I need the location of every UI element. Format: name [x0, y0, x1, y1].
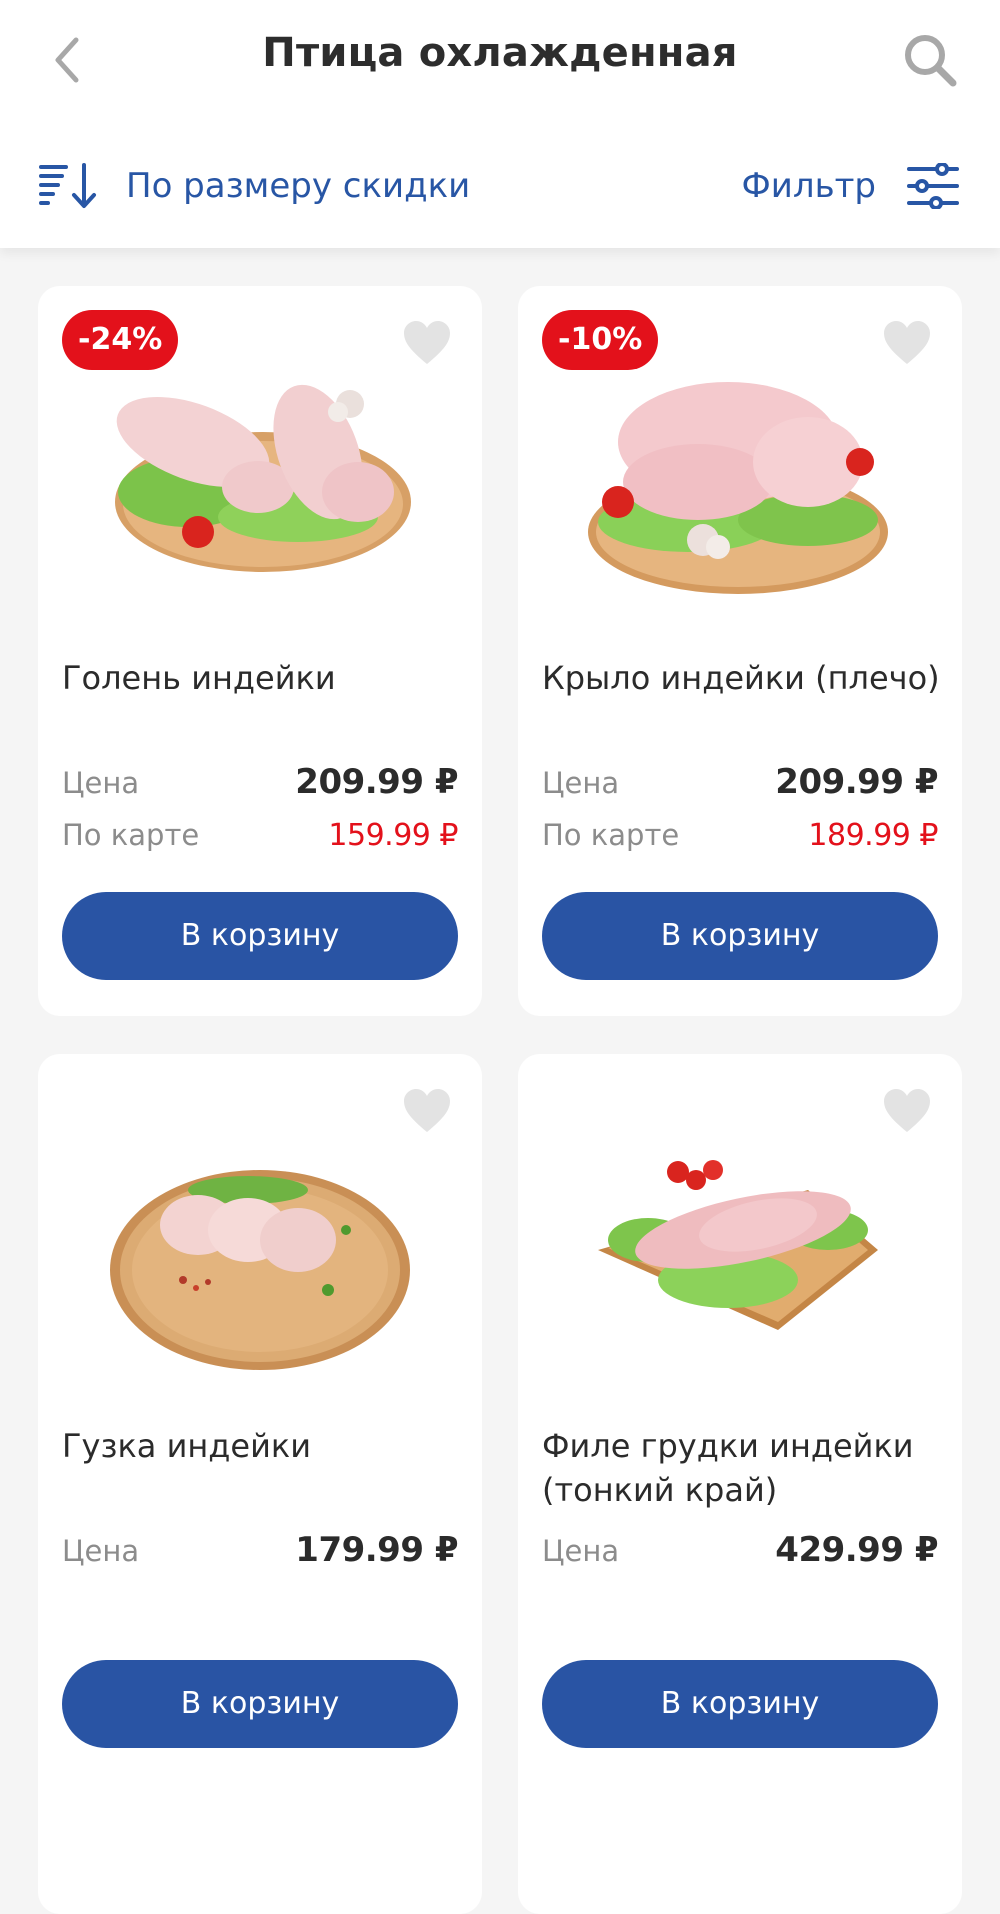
price-row: Цена 209.99 ₽ [542, 762, 938, 802]
product-image-turkey-breast-fillet [598, 1160, 878, 1330]
add-to-cart-button[interactable]: В корзину [62, 892, 458, 980]
price-label: Цена [542, 1534, 620, 1568]
product-name: Гузка индейки [62, 1427, 312, 1465]
product-name: Филе грудки индейки (тонкий край) [542, 1427, 914, 1509]
price-row: Цена 179.99 ₽ [62, 1530, 458, 1570]
price-value: 429.99 ₽ [775, 1530, 938, 1570]
card-price-value: 189.99 ₽ [808, 818, 938, 853]
card-price-row: По карте 189.99 ₽ [542, 818, 938, 853]
product-card[interactable]: Филе грудки индейки (тонкий край) Цена 4… [518, 1054, 962, 1914]
card-price-label: По карте [62, 818, 200, 852]
price-value: 209.99 ₽ [295, 762, 458, 802]
add-to-cart-button[interactable]: В корзину [542, 1660, 938, 1748]
add-to-cart-button[interactable]: В корзину [542, 892, 938, 980]
header: Птица охлажденная По размеру скидки Филь… [0, 0, 1000, 248]
card-price-row: По карте 159.99 ₽ [62, 818, 458, 853]
product-card[interactable]: -10% Крыло индейки (плечо) Цена 209.99 ₽… [518, 286, 962, 1016]
price-label: Цена [542, 766, 620, 800]
filter-sliders-icon [907, 163, 959, 209]
product-card[interactable]: -24% Голень индейки Цена 209.99 ₽ По кар… [38, 286, 482, 1016]
price-row: Цена 429.99 ₽ [542, 1530, 938, 1570]
product-card[interactable]: Гузка индейки Цена 179.99 ₽ В корзину [38, 1054, 482, 1914]
search-icon[interactable] [900, 30, 960, 90]
price-value: 179.99 ₽ [295, 1530, 458, 1570]
card-price-value: 159.99 ₽ [328, 818, 458, 853]
filter-label: Фильтр [741, 166, 876, 206]
product-image-turkey-wing [588, 382, 888, 594]
sort-button[interactable]: По размеру скидки [38, 158, 470, 214]
sort-icon [39, 163, 96, 208]
page-title: Птица охлажденная [262, 30, 738, 76]
product-name: Крыло индейки (плечо) [542, 659, 940, 697]
price-label: Цена [62, 766, 140, 800]
sort-label: По размеру скидки [126, 166, 471, 206]
product-image-turkey-tail [110, 1170, 410, 1370]
card-price-label: По карте [542, 818, 680, 852]
add-to-cart-button[interactable]: В корзину [62, 1660, 458, 1748]
price-value: 209.99 ₽ [775, 762, 938, 802]
price-row: Цена 209.99 ₽ [62, 762, 458, 802]
product-image-turkey-drumstick [115, 384, 411, 572]
filter-button[interactable]: Фильтр [741, 158, 960, 214]
price-label: Цена [62, 1534, 140, 1568]
product-name: Голень индейки [62, 659, 336, 697]
